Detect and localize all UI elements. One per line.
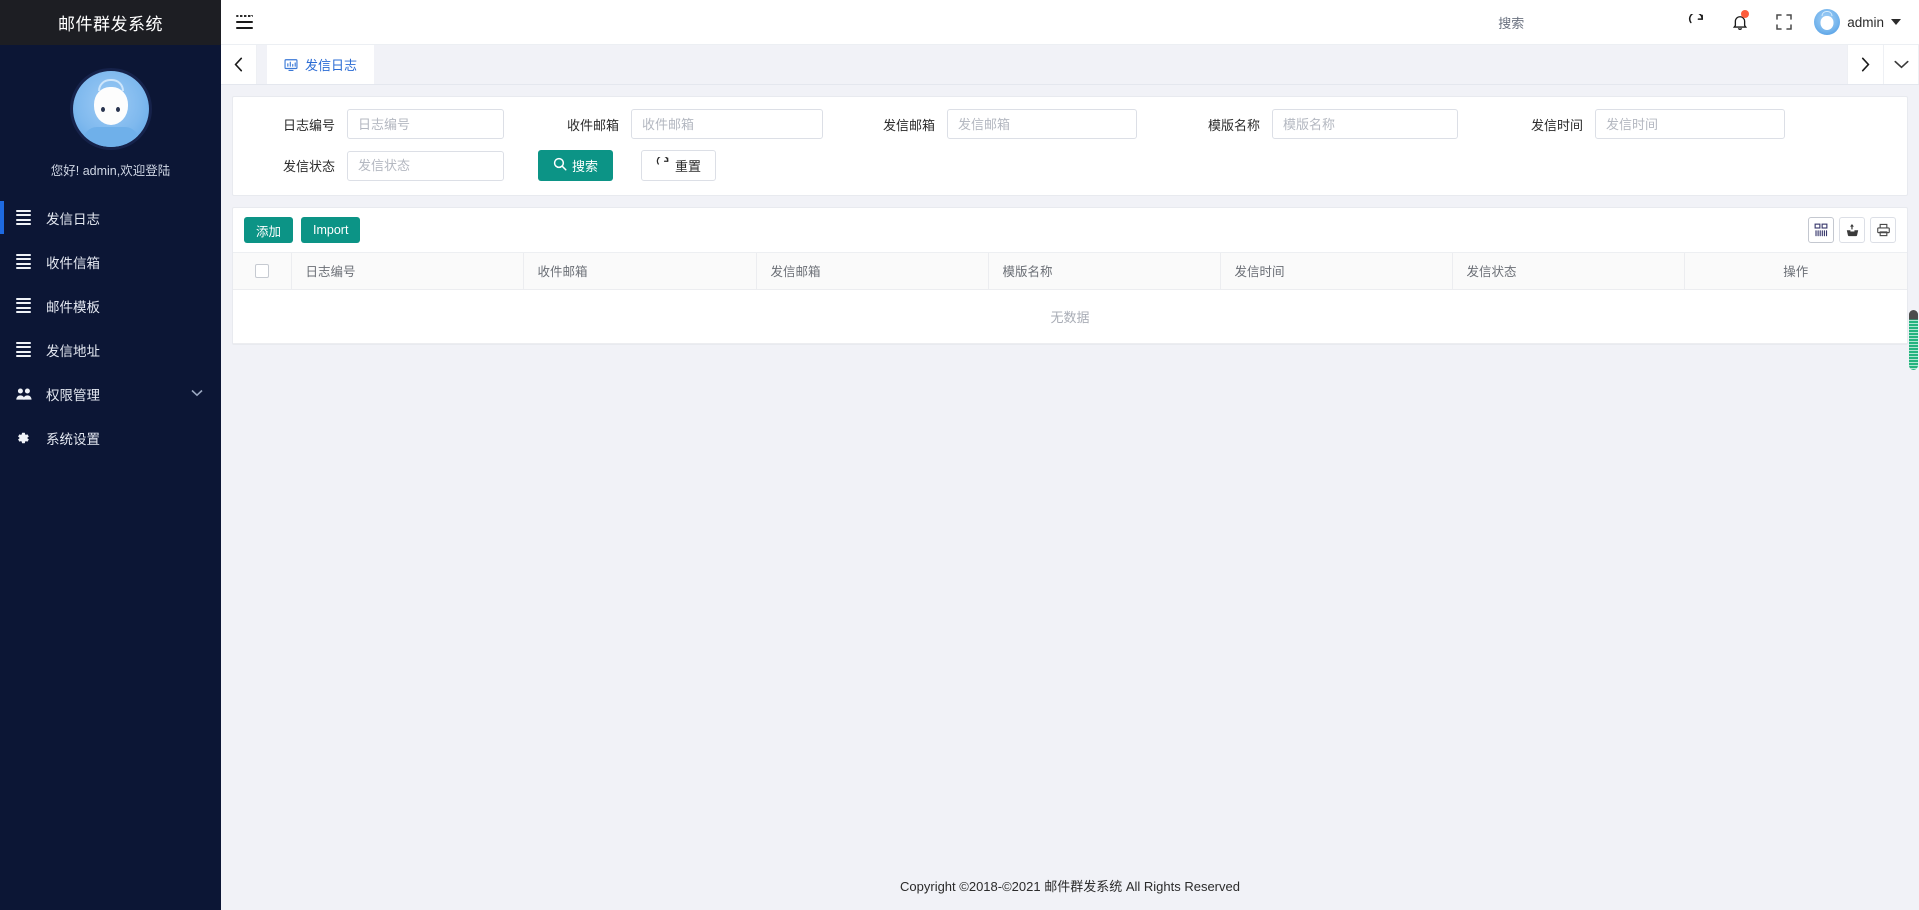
export-icon[interactable] xyxy=(1839,217,1865,243)
sidebar-nav: 发信日志 收件信箱 邮件模板 发信地址 xyxy=(0,201,221,454)
search-button-label: 搜索 xyxy=(572,156,598,175)
field-sender-email: 发信邮箱 xyxy=(865,109,1137,139)
table-empty-row: 无数据 xyxy=(233,289,1907,343)
search-form-row-2: 发信状态 搜索 xyxy=(233,150,1907,181)
sidebar-item-label: 系统设置 xyxy=(46,428,100,448)
avatar-large xyxy=(73,71,149,147)
search-form-row-1: 日志编号 收件邮箱 发信邮箱 模版名称 发信时间 xyxy=(233,109,1907,139)
column-header-actions[interactable]: 操作 xyxy=(1684,253,1907,289)
chevron-down-icon[interactable] xyxy=(191,388,203,400)
data-table: 日志编号 收件邮箱 发信邮箱 模版名称 发信时间 发信状态 操作 无数据 xyxy=(233,253,1907,344)
field-recipient-email: 收件邮箱 xyxy=(549,109,823,139)
refresh-icon xyxy=(656,157,670,174)
reset-button-label: 重置 xyxy=(675,156,701,175)
monitor-icon xyxy=(284,58,298,72)
field-label: 模版名称 xyxy=(1190,115,1272,134)
page-scrollbar-track[interactable] xyxy=(1907,45,1919,910)
list-icon xyxy=(16,254,36,270)
caret-down-icon xyxy=(1891,19,1901,25)
chevron-right-icon[interactable] xyxy=(1847,45,1883,84)
tab-send-log[interactable]: 发信日志 xyxy=(267,45,374,84)
search-input-recipient-email[interactable] xyxy=(631,109,823,139)
search-panel: 日志编号 收件邮箱 发信邮箱 模版名称 发信时间 xyxy=(232,96,1908,196)
greeting-text: 您好! admin,欢迎登陆 xyxy=(51,160,170,179)
notification-dot xyxy=(1741,10,1749,18)
chevron-left-icon[interactable] xyxy=(221,45,257,84)
sidebar-profile: 您好! admin,欢迎登陆 xyxy=(0,45,221,187)
field-send-status: 发信状态 xyxy=(247,151,504,181)
header-search-label[interactable]: 搜索 xyxy=(1498,13,1524,32)
sidebar-item-send-log[interactable]: 发信日志 xyxy=(0,201,221,234)
add-button[interactable]: 添加 xyxy=(244,217,293,243)
sidebar-item-system-settings[interactable]: 系统设置 xyxy=(0,421,221,454)
import-button[interactable]: Import xyxy=(301,217,360,243)
search-input-log-id[interactable] xyxy=(347,109,504,139)
column-header-send-time[interactable]: 发信时间 xyxy=(1220,253,1452,289)
app-root: 邮件群发系统 您好! admin,欢迎登陆 发信日志 xyxy=(0,0,1919,910)
list-icon xyxy=(16,342,36,358)
print-icon[interactable] xyxy=(1870,217,1896,243)
search-button[interactable]: 搜索 xyxy=(538,150,613,181)
column-header-send-status[interactable]: 发信状态 xyxy=(1452,253,1684,289)
toolbar-right xyxy=(1808,217,1896,243)
sidebar-item-label: 发信地址 xyxy=(46,340,100,360)
sidebar-item-permissions[interactable]: 权限管理 xyxy=(0,377,221,410)
field-label: 日志编号 xyxy=(247,115,347,134)
column-header-recipient-email[interactable]: 收件邮箱 xyxy=(523,253,756,289)
search-input-send-time[interactable] xyxy=(1595,109,1785,139)
field-template-name: 模版名称 xyxy=(1190,109,1458,139)
content-area: 日志编号 收件邮箱 发信邮箱 模版名称 发信时间 xyxy=(221,85,1919,860)
table-header-row: 日志编号 收件邮箱 发信邮箱 模版名称 发信时间 发信状态 操作 xyxy=(233,253,1907,289)
sidebar-item-label: 收件信箱 xyxy=(46,252,100,272)
table-empty-text: 无数据 xyxy=(233,289,1907,343)
select-all-cell xyxy=(233,253,291,289)
sidebar-item-label: 发信日志 xyxy=(46,208,100,228)
column-header-sender-email[interactable]: 发信邮箱 xyxy=(756,253,988,289)
field-label: 发信状态 xyxy=(247,156,347,175)
hamburger-icon[interactable] xyxy=(221,0,267,45)
search-input-template-name[interactable] xyxy=(1272,109,1458,139)
user-menu[interactable]: admin xyxy=(1806,9,1919,35)
gear-icon xyxy=(16,431,36,445)
search-input-send-status[interactable] xyxy=(347,151,504,181)
field-label: 发信时间 xyxy=(1513,115,1595,134)
sidebar-item-mail-template[interactable]: 邮件模板 xyxy=(0,289,221,322)
column-header-log-id[interactable]: 日志编号 xyxy=(291,253,523,289)
select-all-checkbox[interactable] xyxy=(255,264,269,278)
sidebar: 邮件群发系统 您好! admin,欢迎登陆 发信日志 xyxy=(0,0,221,910)
field-label: 发信邮箱 xyxy=(865,115,947,134)
list-icon xyxy=(16,298,36,314)
brand-title: 邮件群发系统 xyxy=(0,0,221,45)
refresh-icon[interactable] xyxy=(1674,0,1718,45)
users-icon xyxy=(16,387,36,401)
reset-button[interactable]: 重置 xyxy=(641,150,716,181)
tabs-area: 发信日志 xyxy=(257,45,1847,84)
sidebar-item-inbox[interactable]: 收件信箱 xyxy=(0,245,221,278)
user-name-label: admin xyxy=(1847,15,1884,30)
field-label: 收件邮箱 xyxy=(549,115,631,134)
field-send-time: 发信时间 xyxy=(1513,109,1785,139)
footer-copyright: Copyright ©2018-©2021 邮件群发系统 All Rights … xyxy=(900,876,1240,895)
columns-icon[interactable] xyxy=(1808,217,1834,243)
page-scrollbar-thumb[interactable] xyxy=(1909,310,1918,370)
bell-icon[interactable] xyxy=(1718,0,1762,45)
top-header: 搜索 admin xyxy=(221,0,1919,45)
sidebar-item-label: 邮件模板 xyxy=(46,296,100,316)
fullscreen-icon[interactable] xyxy=(1762,0,1806,45)
search-input-sender-email[interactable] xyxy=(947,109,1137,139)
sidebar-item-send-address[interactable]: 发信地址 xyxy=(0,333,221,366)
sidebar-item-label: 权限管理 xyxy=(46,384,100,404)
column-header-template-name[interactable]: 模版名称 xyxy=(988,253,1220,289)
field-log-id: 日志编号 xyxy=(247,109,504,139)
tab-bar: 发信日志 xyxy=(221,45,1919,85)
avatar xyxy=(1814,9,1840,35)
table-panel: 添加 Import xyxy=(232,207,1908,345)
list-icon xyxy=(16,210,36,226)
search-icon xyxy=(553,157,567,174)
footer: Copyright ©2018-©2021 邮件群发系统 All Rights … xyxy=(221,860,1919,910)
table-body: 无数据 xyxy=(233,289,1907,343)
table-toolbar: 添加 Import xyxy=(233,208,1907,253)
toolbar-left: 添加 Import xyxy=(244,217,360,243)
tab-label: 发信日志 xyxy=(305,55,357,74)
